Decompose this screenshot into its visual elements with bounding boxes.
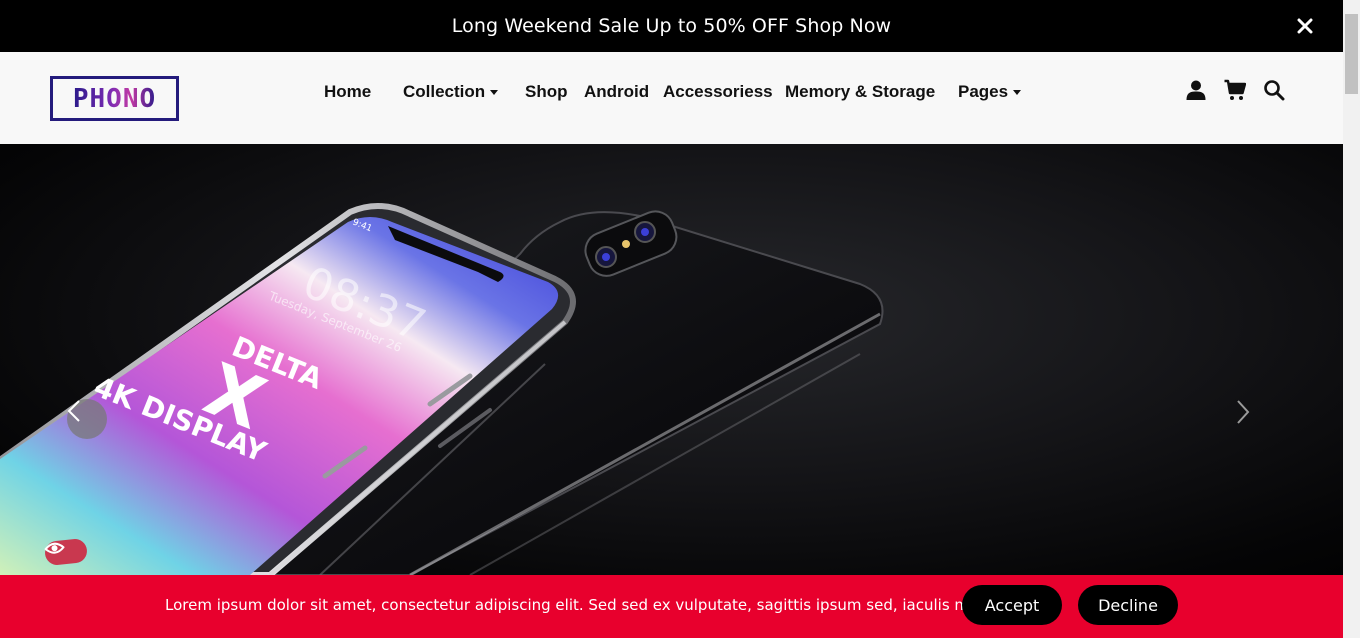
nav-item-accessories[interactable]: Accessoriess <box>663 80 773 104</box>
search-icon[interactable] <box>1263 79 1285 101</box>
scrollbar[interactable] <box>1343 0 1360 638</box>
chevron-left-icon <box>67 400 80 422</box>
eye-icon <box>44 542 65 554</box>
nav-item-pages[interactable]: Pages <box>958 80 1022 104</box>
hero-phone-illustration: DELTA X 4K DISPLAY 08:37 Tuesday, Septem… <box>0 202 884 575</box>
nav-item-label: Pages <box>958 82 1009 101</box>
logo[interactable]: PHONO <box>50 76 179 121</box>
announcement-bar: Long Weekend Sale Up to 50% OFF Shop Now <box>0 0 1343 52</box>
slider-next-button[interactable] <box>1236 399 1276 439</box>
hero-slider: DELTA X 4K DISPLAY 08:37 Tuesday, Septem… <box>0 144 1343 575</box>
nav-item-android[interactable]: Android <box>584 80 649 104</box>
nav-item-label: Shop <box>525 82 568 101</box>
caret-down-icon <box>490 89 499 95</box>
nav-item-label: Collection <box>403 82 486 101</box>
chevron-right-icon <box>1237 400 1250 424</box>
close-icon[interactable] <box>1293 14 1317 38</box>
decline-button[interactable]: Decline <box>1078 585 1178 625</box>
nav-item-home[interactable]: Home <box>324 80 371 104</box>
logo-text: PHONO <box>72 83 157 114</box>
nav-item-label: Memory & Storage <box>785 82 936 101</box>
main-navbar: PHONO Home Collection Shop Android Acces… <box>0 52 1343 144</box>
cookie-text: Lorem ipsum dolor sit amet, consectetur … <box>165 596 1012 614</box>
cookie-consent-bar: Lorem ipsum dolor sit amet, consectetur … <box>0 575 1343 638</box>
nav-item-collection[interactable]: Collection <box>403 80 499 104</box>
nav-item-shop[interactable]: Shop <box>525 80 568 104</box>
nav-item-label: Accessoriess <box>663 82 773 101</box>
nav-item-label: Home <box>324 82 372 101</box>
cart-icon[interactable] <box>1224 79 1247 101</box>
nav-item-memory-storage[interactable]: Memory & Storage <box>785 80 935 104</box>
announcement-text[interactable]: Long Weekend Sale Up to 50% OFF Shop Now <box>452 15 891 37</box>
user-icon[interactable] <box>1185 79 1207 101</box>
accept-button[interactable]: Accept <box>962 585 1062 625</box>
scrollbar-thumb[interactable] <box>1345 14 1358 94</box>
nav-item-label: Android <box>584 82 650 101</box>
caret-down-icon <box>1013 89 1022 95</box>
slider-prev-button[interactable] <box>67 399 107 439</box>
